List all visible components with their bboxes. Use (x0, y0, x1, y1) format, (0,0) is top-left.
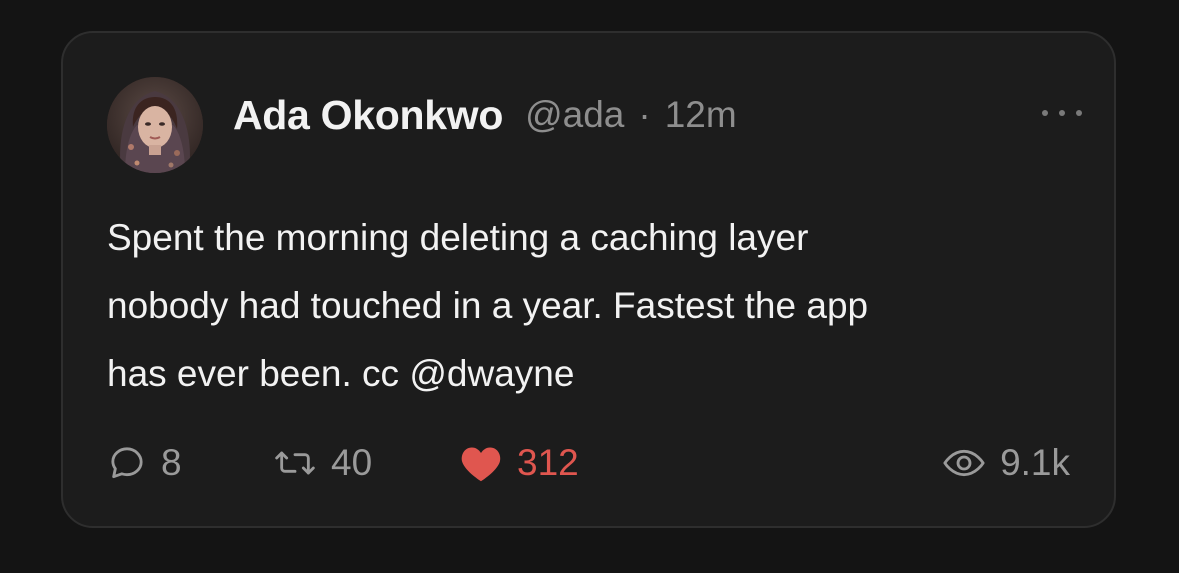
post-body-text: has ever been. cc (107, 353, 410, 394)
like-button[interactable]: 312 (459, 442, 579, 484)
post-body-line: has ever been. cc @dwayne (107, 340, 1067, 408)
author-handle[interactable]: @ada (525, 94, 624, 136)
post-card[interactable]: Ada Okonkwo @ada · 12m Spent the morning… (61, 31, 1116, 528)
like-count: 312 (517, 442, 579, 483)
repost-button[interactable]: 40 (273, 442, 459, 484)
ellipsis-icon (1042, 110, 1048, 116)
post-timestamp[interactable]: 12m (665, 94, 737, 136)
post-body-line: nobody had touched in a year. Fastest th… (107, 285, 869, 326)
reply-count: 8 (161, 442, 182, 483)
author-name[interactable]: Ada Okonkwo (233, 92, 503, 139)
views-button[interactable]: 9.1k (942, 442, 1070, 484)
eye-icon (943, 449, 985, 477)
post-body-line: Spent the morning deleting a caching lay… (107, 217, 809, 258)
reply-button[interactable]: 8 (107, 442, 273, 484)
avatar-image (107, 77, 203, 173)
heart-icon (461, 447, 501, 482)
post-header: Ada Okonkwo @ada · 12m (233, 89, 737, 141)
action-bar: 8 40 312 9.1k (107, 438, 1070, 488)
view-count: 9.1k (1000, 442, 1070, 483)
avatar[interactable] (107, 77, 203, 173)
reply-icon (111, 447, 143, 479)
repost-count: 40 (331, 442, 373, 483)
post-body: Spent the morning deleting a caching lay… (107, 204, 1067, 408)
mention-link[interactable]: @dwayne (409, 353, 574, 394)
header-separator: · (638, 94, 651, 135)
more-options-button[interactable] (1042, 103, 1082, 123)
ellipsis-icon (1059, 110, 1065, 116)
repost-icon (275, 451, 315, 475)
ellipsis-icon (1076, 110, 1082, 116)
